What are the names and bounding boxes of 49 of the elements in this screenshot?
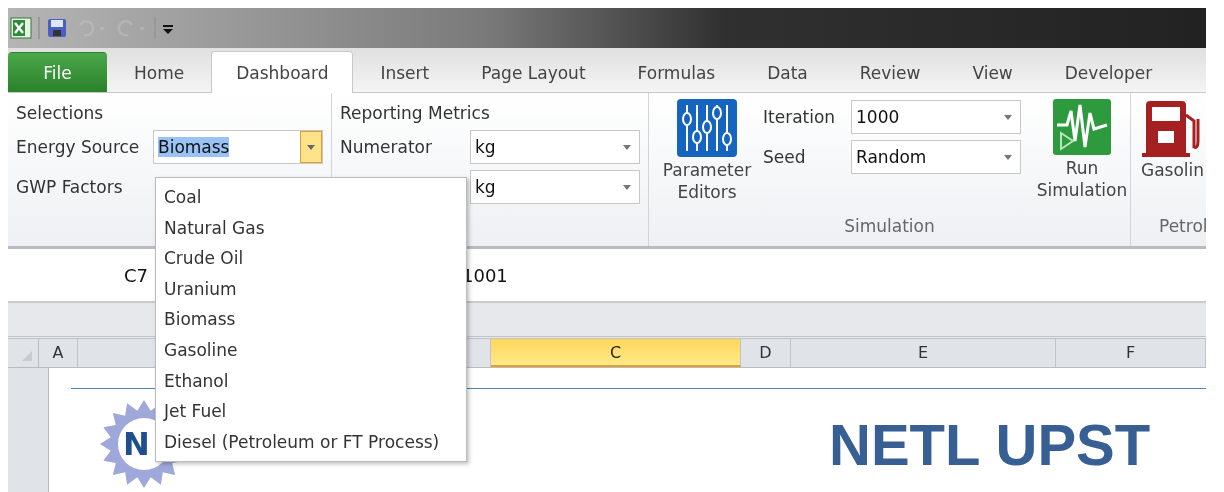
- dropdown-option[interactable]: Crude Oil: [156, 243, 466, 274]
- ribbon-tab[interactable]: Data: [742, 52, 833, 92]
- dropdown-arrow-icon[interactable]: [623, 144, 631, 150]
- ribbon-tab[interactable]: Home: [109, 52, 210, 92]
- dropdown-field[interactable]: kg: [470, 170, 640, 204]
- dropdown-option[interactable]: Gasoline: [156, 334, 466, 366]
- waveform-icon: [1053, 99, 1111, 155]
- field-label: Seed: [763, 147, 807, 167]
- column-header[interactable]: C: [491, 339, 741, 367]
- dropdown-arrow-icon[interactable]: [623, 184, 631, 190]
- column-header[interactable]: D: [741, 339, 791, 367]
- gasoline-button[interactable]: Gasolin: [1139, 97, 1206, 185]
- ribbon-tab[interactable]: Dashboard: [211, 51, 354, 93]
- column-header[interactable]: A: [39, 339, 78, 367]
- ribbon-tab[interactable]: Developer: [1039, 52, 1178, 92]
- dropdown-option[interactable]: Coal: [156, 182, 466, 213]
- dropdown-field[interactable]: kg: [470, 130, 640, 164]
- column-header[interactable]: E: [791, 339, 1056, 367]
- group-title: Petrol: [1159, 215, 1206, 238]
- name-box[interactable]: C7: [8, 264, 148, 286]
- parameter-editors-button[interactable]: Parameter Editors: [657, 95, 757, 207]
- dropdown-field[interactable]: 1000: [851, 100, 1021, 134]
- group-title: Reporting Metrics: [340, 102, 491, 125]
- field-label: Iteration: [763, 107, 837, 127]
- ribbon-tab[interactable]: Insert: [355, 52, 455, 92]
- dropdown-arrow-icon[interactable]: [1004, 154, 1012, 160]
- dropdown-field[interactable]: Biomass: [153, 130, 323, 164]
- spreadsheet-app-icon[interactable]: [10, 17, 32, 39]
- save-icon[interactable]: [46, 17, 68, 39]
- dropdown-option[interactable]: Natural Gas: [156, 212, 466, 244]
- ribbon-tab[interactable]: Page Layout: [456, 52, 611, 92]
- run-simulation-button[interactable]: Run Simulation: [1027, 95, 1137, 205]
- ribbon-tab[interactable]: View: [947, 52, 1038, 92]
- group-title: Simulation: [843, 215, 936, 238]
- sheet-title: NETL UPST: [829, 411, 1151, 478]
- dropdown-arrow-icon[interactable]: [1004, 114, 1012, 120]
- ribbon-tab[interactable]: Formulas: [612, 52, 741, 92]
- dropdown-option[interactable]: Ethanol: [156, 365, 466, 397]
- file-tab[interactable]: File: [8, 52, 107, 92]
- group-title: Selections: [16, 102, 105, 125]
- field-label: Numerator: [340, 137, 433, 157]
- field-label: Energy Source: [16, 137, 141, 157]
- dropdown-field[interactable]: Random: [851, 140, 1021, 174]
- sliders-icon: [677, 99, 737, 157]
- column-header[interactable]: F: [1056, 339, 1206, 367]
- dropdown-option[interactable]: Uranium: [156, 273, 466, 305]
- triangle-icon: [22, 351, 32, 361]
- field-label: GWP Factors: [16, 177, 124, 197]
- ribbon-tab[interactable]: Review: [834, 52, 946, 92]
